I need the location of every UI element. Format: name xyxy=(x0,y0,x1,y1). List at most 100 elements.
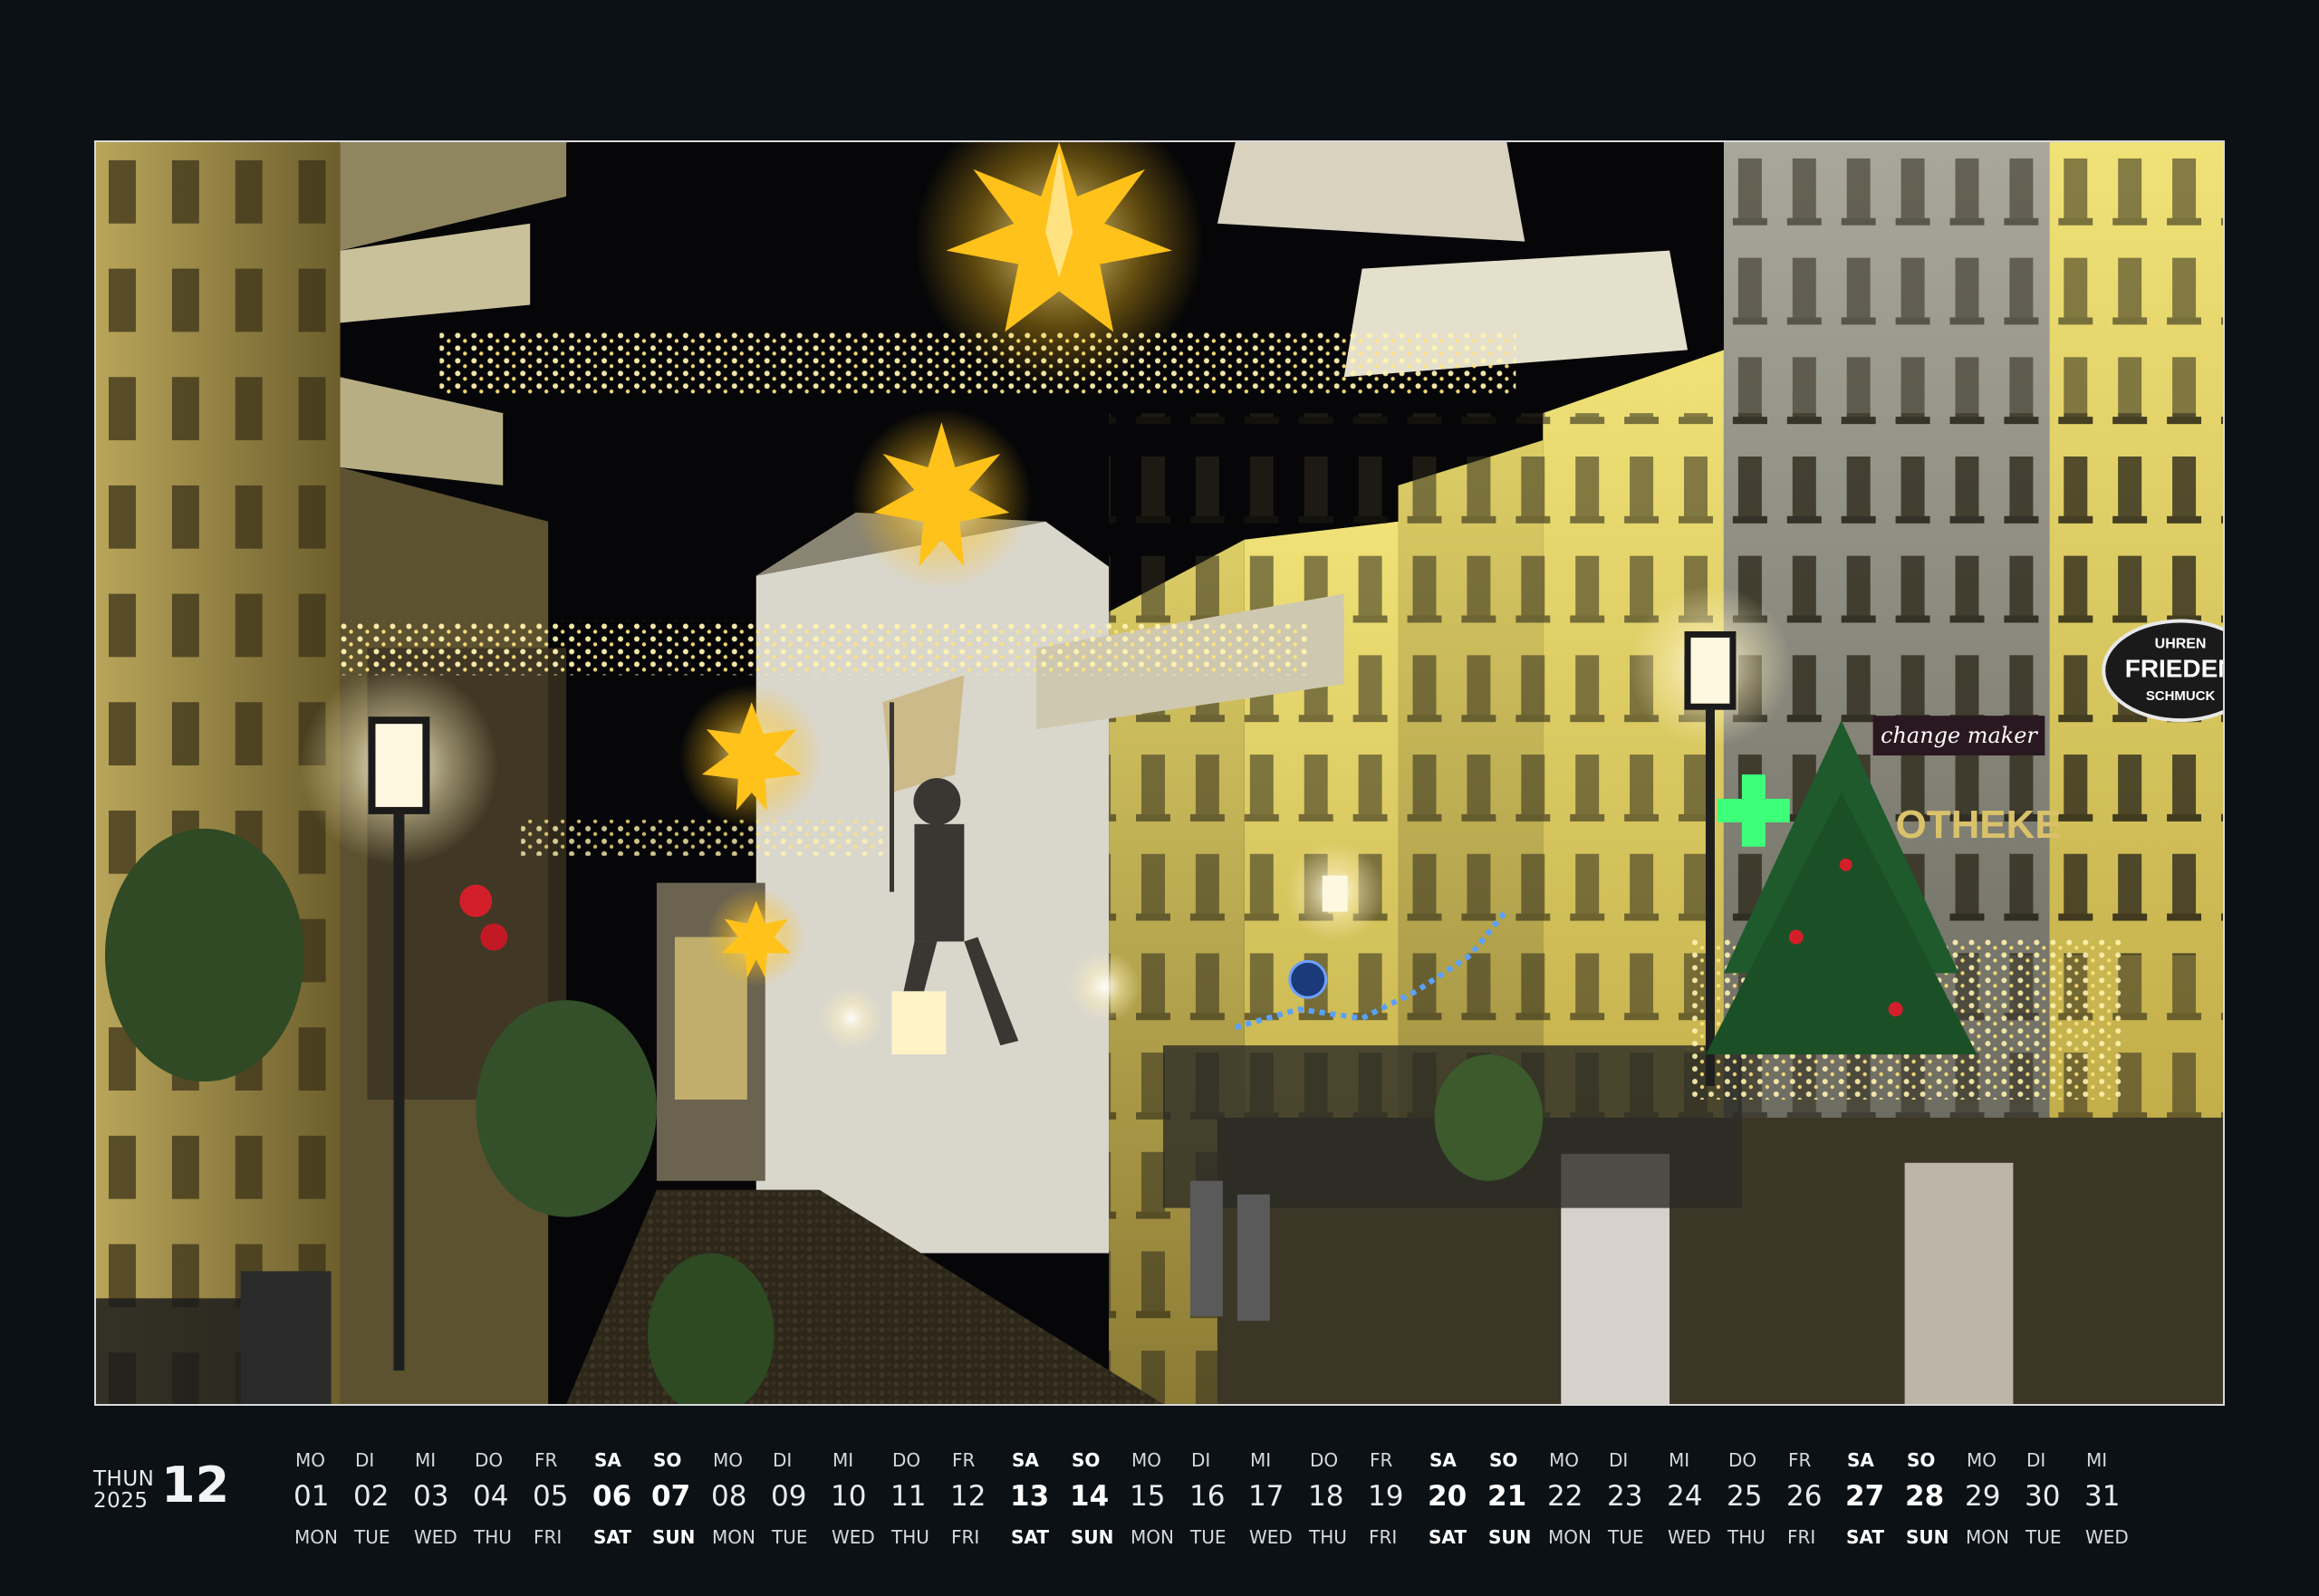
weekday-en: WED xyxy=(1249,1526,1293,1548)
sign-schmuck: SCHMUCK xyxy=(2146,688,2216,704)
sign-uhren: UHREN xyxy=(2155,636,2207,651)
weekday-de: DI xyxy=(2026,1449,2046,1471)
day-column: MO 22 MON xyxy=(1544,1440,1603,1558)
day-column: DO 04 THU xyxy=(469,1440,529,1558)
day-column: DO 18 THU xyxy=(1304,1440,1364,1558)
sign-frieden: FRIEDEN xyxy=(2125,654,2223,682)
day-column: FR 26 FRI xyxy=(1783,1440,1843,1558)
weekday-de: FR xyxy=(952,1449,976,1471)
weekday-en: THU xyxy=(1309,1526,1347,1548)
day-number: 22 xyxy=(1547,1480,1583,1513)
weekday-en: THU xyxy=(1727,1526,1766,1548)
day-column: MI 17 WED xyxy=(1245,1440,1304,1558)
day-column: SO 28 SUN xyxy=(1901,1440,1961,1558)
day-number: 04 xyxy=(473,1480,509,1513)
weekday-de: MI xyxy=(1250,1449,1272,1471)
day-columns: MO 01 MON DI 02 TUE MI 03 WED DO 04 THU FR 05 FRI SA 06 S… xyxy=(290,1440,2192,1567)
weekday-en: MON xyxy=(712,1526,755,1548)
weekday-en: MON xyxy=(294,1526,338,1548)
year: 2025 xyxy=(93,1489,149,1513)
day-column: DI 02 TUE xyxy=(350,1440,409,1558)
day-number: 07 xyxy=(651,1480,691,1513)
day-column: MO 08 MON xyxy=(707,1440,767,1558)
sign-change-maker: change maker xyxy=(1881,723,2038,748)
weekday-de: DI xyxy=(355,1449,375,1471)
weekday-en: WED xyxy=(1668,1526,1711,1548)
weekday-de: MO xyxy=(1549,1449,1579,1471)
day-column: MI 03 WED xyxy=(409,1440,469,1558)
place-year-block: THUN 2025 xyxy=(93,1467,155,1513)
weekday-en: FRI xyxy=(951,1526,980,1548)
weekday-de: SO xyxy=(653,1449,682,1471)
weekday-de: MI xyxy=(2086,1449,2108,1471)
weekday-de: DO xyxy=(1728,1449,1757,1471)
weekday-en: TUE xyxy=(1190,1526,1227,1548)
weekday-en: THU xyxy=(891,1526,929,1548)
day-number: 02 xyxy=(353,1480,390,1513)
weekday-en: SUN xyxy=(1906,1526,1949,1548)
weekday-de: SA xyxy=(594,1449,621,1471)
weekday-de: MO xyxy=(295,1449,325,1471)
day-column: MO 29 MON xyxy=(1961,1440,2021,1558)
calendar-strip: THUN 2025 12 MO 01 MON DI 02 TUE MI 03 WED DO 04 TH… xyxy=(0,1440,2319,1567)
weekday-de: DI xyxy=(1609,1449,1629,1471)
day-column: FR 05 FRI xyxy=(529,1440,589,1558)
weekday-de: MO xyxy=(1131,1449,1161,1471)
weekday-de: DO xyxy=(1310,1449,1339,1471)
street-photo: UHREN FRIEDEN SCHMUCK change maker OTHEK… xyxy=(94,140,2225,1406)
weekday-en: MON xyxy=(1131,1526,1174,1548)
day-number: 14 xyxy=(1070,1480,1110,1513)
weekday-de: FR xyxy=(1788,1449,1812,1471)
weekday-en: FRI xyxy=(534,1526,563,1548)
weekday-de: DO xyxy=(892,1449,921,1471)
day-number: 06 xyxy=(592,1480,632,1513)
day-number: 31 xyxy=(2084,1480,2121,1513)
day-number: 20 xyxy=(1428,1480,1467,1513)
day-number: 01 xyxy=(293,1480,330,1513)
weekday-de: DI xyxy=(1191,1449,1211,1471)
day-column: MI 31 WED xyxy=(2081,1440,2141,1558)
weekday-en: SAT xyxy=(1846,1526,1884,1548)
weekday-de: SO xyxy=(1907,1449,1936,1471)
day-number: 29 xyxy=(1965,1480,2001,1513)
day-column: DI 23 TUE xyxy=(1603,1440,1663,1558)
day-column: DI 30 TUE xyxy=(2021,1440,2081,1558)
day-column: SA 27 SAT xyxy=(1842,1440,1901,1558)
weekday-de: SO xyxy=(1489,1449,1518,1471)
day-number: 15 xyxy=(1130,1480,1166,1513)
day-column: SA 06 SAT xyxy=(589,1440,649,1558)
weekday-en: TUE xyxy=(1608,1526,1644,1548)
day-column: DO 11 THU xyxy=(887,1440,947,1558)
day-column: SA 20 SAT xyxy=(1424,1440,1484,1558)
place-name: THUN xyxy=(93,1467,155,1491)
day-column: SA 13 SAT xyxy=(1006,1440,1066,1558)
day-number: 21 xyxy=(1487,1480,1527,1513)
street-photo-illustration: UHREN FRIEDEN SCHMUCK change maker OTHEK… xyxy=(96,142,2223,1404)
weekday-en: SUN xyxy=(1488,1526,1532,1548)
weekday-en: WED xyxy=(414,1526,457,1548)
weekday-en: SAT xyxy=(593,1526,631,1548)
day-number: 23 xyxy=(1607,1480,1643,1513)
weekday-de: MI xyxy=(415,1449,437,1471)
day-number: 08 xyxy=(711,1480,747,1513)
day-column: DI 16 TUE xyxy=(1186,1440,1246,1558)
day-number: 09 xyxy=(771,1480,807,1513)
weekday-en: SUN xyxy=(652,1526,696,1548)
weekday-en: SUN xyxy=(1071,1526,1114,1548)
weekday-en: TUE xyxy=(2026,1526,2062,1548)
weekday-en: MON xyxy=(1966,1526,2009,1548)
weekday-en: SAT xyxy=(1429,1526,1467,1548)
weekday-de: MI xyxy=(1669,1449,1690,1471)
weekday-de: MO xyxy=(1967,1449,1997,1471)
day-number: 25 xyxy=(1727,1480,1763,1513)
weekday-de: SA xyxy=(1012,1449,1039,1471)
day-number: 10 xyxy=(831,1480,867,1513)
day-column: DI 09 TUE xyxy=(767,1440,827,1558)
weekday-en: MON xyxy=(1548,1526,1592,1548)
weekday-de: FR xyxy=(534,1449,558,1471)
weekday-de: DI xyxy=(773,1449,793,1471)
day-number: 30 xyxy=(2025,1480,2061,1513)
day-number: 12 xyxy=(950,1480,986,1513)
sign-apotheke: OTHEKE xyxy=(1896,803,2062,847)
weekday-de: SA xyxy=(1429,1449,1457,1471)
